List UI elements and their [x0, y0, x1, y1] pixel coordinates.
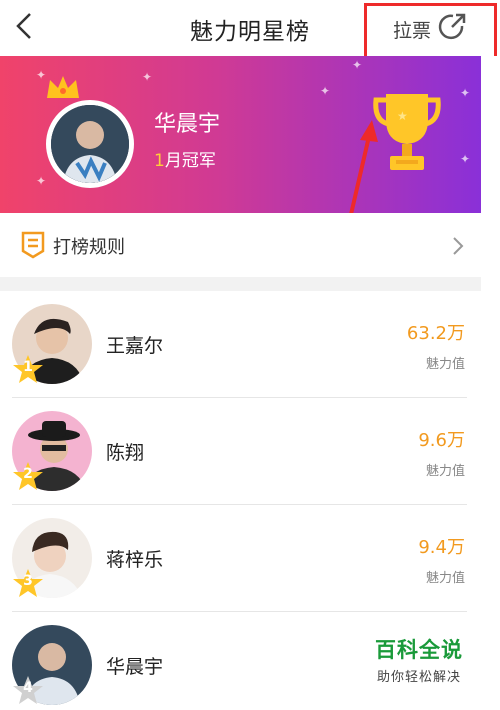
ranking-row[interactable]: 2 陈翔 9.6万 魅力值 — [12, 398, 467, 505]
section-divider — [0, 277, 481, 291]
sparkle-icon: ✦ — [320, 84, 331, 98]
star-name: 王嘉尔 — [106, 335, 164, 357]
rules-document-icon — [21, 231, 45, 259]
rank-number: 3 — [23, 573, 33, 589]
rules-row[interactable]: 打榜规则 — [0, 213, 481, 277]
champion-avatar[interactable] — [46, 100, 134, 188]
charm-score: 63.2万 — [406, 323, 465, 344]
star-name: 陈翔 — [106, 442, 145, 464]
sparkle-icon: ✦ — [460, 86, 471, 100]
charm-score: 9.4万 — [418, 537, 465, 558]
rules-label: 打榜规则 — [53, 237, 125, 258]
trophy-icon: ★ — [373, 94, 441, 170]
side-strip — [481, 56, 500, 710]
champion-name: 华晨宇 — [154, 112, 221, 137]
star-name: 蒋梓乐 — [106, 549, 164, 571]
charm-label: 魅力值 — [425, 464, 465, 479]
chevron-right-icon — [453, 237, 464, 255]
sparkle-icon: ✦ — [460, 152, 471, 166]
crown-icon — [47, 76, 79, 98]
share-icon[interactable] — [436, 11, 468, 43]
champion-banner[interactable]: ✦ ✦ ✦ ✦ ✦ ✦ ✦ 华晨宇 1月冠军 ★ — [0, 56, 481, 213]
ranking-row[interactable]: 3 蒋梓乐 9.4万 魅力值 — [12, 505, 467, 612]
rank-number: 4 — [23, 680, 33, 696]
watermark-subtitle: 助你轻松解决 — [376, 670, 461, 685]
sparkle-icon: ✦ — [352, 58, 363, 72]
watermark: 百科全说 助你轻松解决 — [364, 634, 474, 685]
sparkle-icon: ✦ — [142, 70, 153, 84]
rank-number: 2 — [23, 466, 33, 482]
watermark-title: 百科全说 — [375, 638, 463, 662]
star-name: 华晨宇 — [106, 656, 164, 678]
charm-score: 9.6万 — [418, 430, 465, 451]
champion-subtitle: 1月冠军 — [154, 151, 216, 171]
ranking-row[interactable]: 1 王嘉尔 63.2万 魅力值 — [12, 291, 467, 398]
charm-label: 魅力值 — [425, 571, 465, 586]
svg-text:★: ★ — [397, 109, 408, 123]
rank-number: 1 — [23, 359, 33, 375]
sparkle-icon: ✦ — [36, 174, 47, 188]
vote-button[interactable]: 拉票 — [393, 16, 431, 43]
charm-label: 魅力值 — [425, 357, 465, 372]
